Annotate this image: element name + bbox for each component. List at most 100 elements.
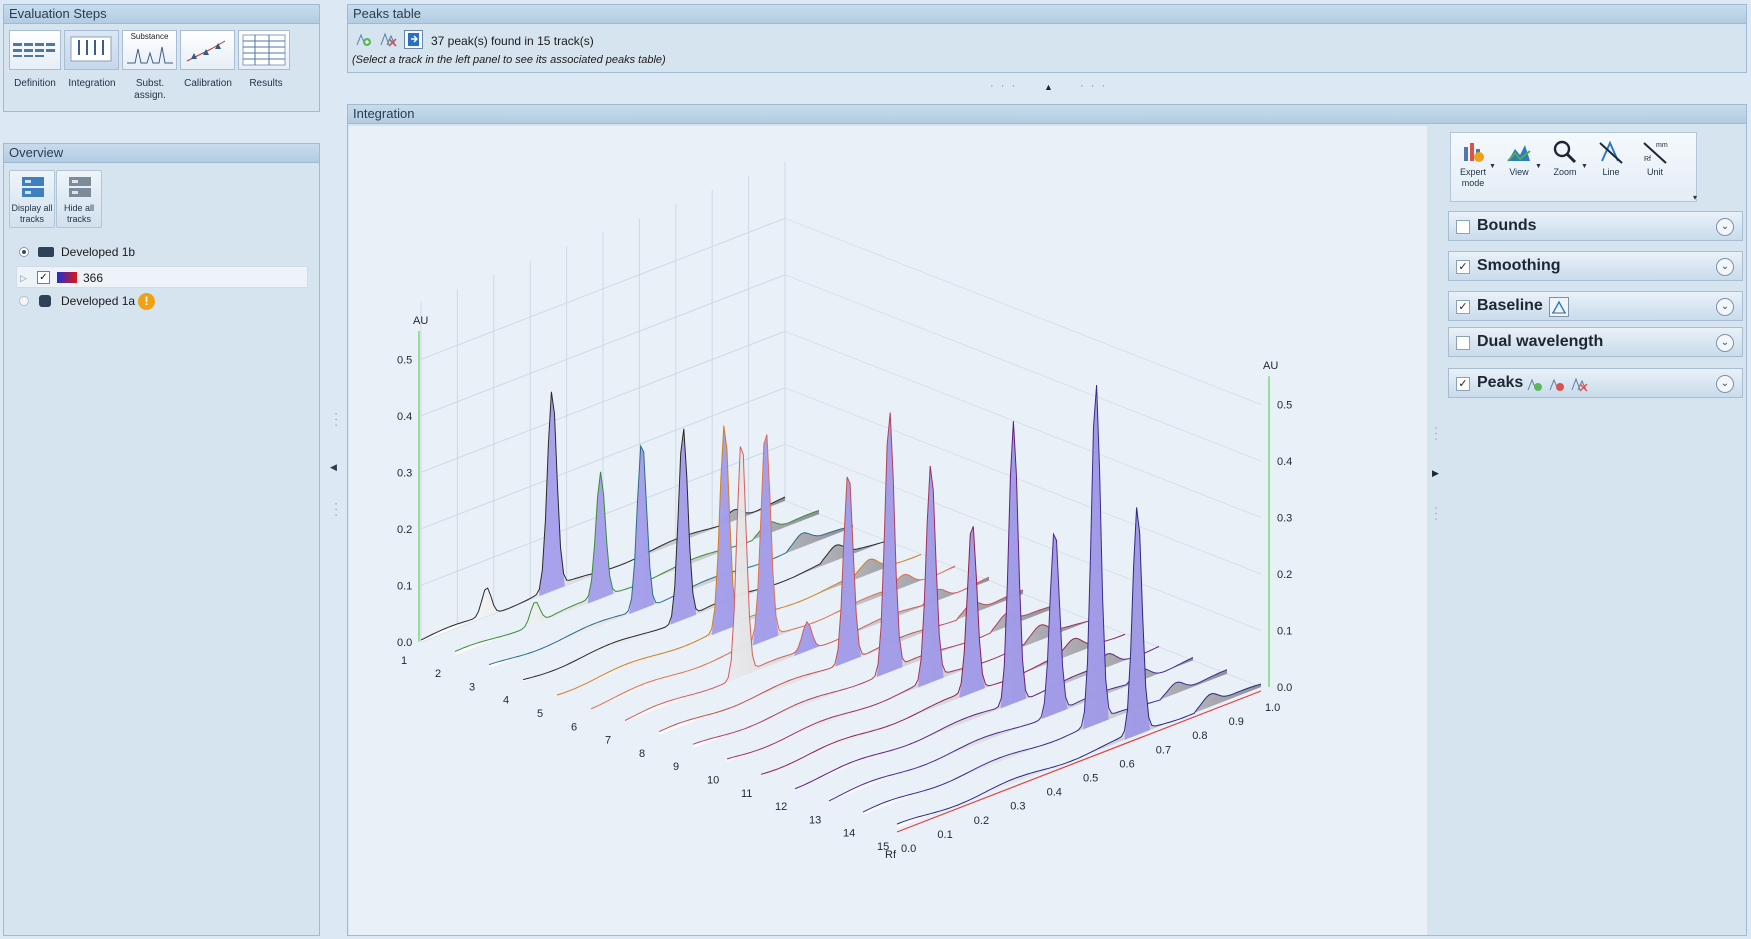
top-splitter-grip-right[interactable]: · · · xyxy=(1080,80,1107,92)
track-label: 14 xyxy=(843,828,855,840)
integrated-peak-area xyxy=(918,466,944,688)
step-results[interactable] xyxy=(238,30,290,70)
integrated-peak-area xyxy=(794,621,820,657)
x-tick-label: 0.5 xyxy=(1083,773,1098,785)
top-splitter-grip-left[interactable]: · · · xyxy=(990,80,1017,92)
peaks-delete-all-icon[interactable] xyxy=(1571,376,1589,392)
expand-arrow-icon[interactable]: ▷ xyxy=(20,267,27,289)
baseline-icon xyxy=(1552,300,1566,314)
right-y-tick-label: 0.5 xyxy=(1277,400,1292,412)
integration-settings-area: Expert mode ▼ View ▼ Zoom ▼ Line mm Rf Un… xyxy=(1427,126,1746,935)
view-icon xyxy=(1507,145,1531,162)
zoom-button[interactable]: Zoom xyxy=(1543,139,1587,178)
section-smoothing[interactable]: ✓ Smoothing ⌄ xyxy=(1448,251,1743,281)
toolbar-overflow-icon[interactable]: ▾ xyxy=(1693,193,1697,202)
line-button[interactable]: Line xyxy=(1589,139,1633,178)
view-button[interactable]: View xyxy=(1497,139,1541,178)
step-definition[interactable] xyxy=(9,30,61,70)
track-label: 12 xyxy=(775,801,787,813)
display-tracks-icon xyxy=(22,177,44,197)
smoothing-chevron-down-icon[interactable]: ⌄ xyxy=(1716,258,1734,276)
line-label: Line xyxy=(1602,167,1620,177)
view-dropdown-icon[interactable]: ▼ xyxy=(1535,163,1542,170)
tree-item-developed-1a[interactable]: Developed 1a ! xyxy=(16,290,306,312)
x-tick-label: 0.4 xyxy=(1047,787,1062,799)
results-icon xyxy=(242,34,286,66)
integrated-peak-area xyxy=(1083,385,1109,730)
right-splitter-grip-2[interactable]: ··· xyxy=(1430,506,1442,523)
expert-mode-icon xyxy=(1464,143,1484,162)
left-splitter-grip[interactable]: ··· xyxy=(330,412,342,429)
tree-item-developed-1b[interactable]: Developed 1b xyxy=(16,241,306,263)
zoom-dropdown-icon[interactable]: ▼ xyxy=(1581,163,1588,170)
x-tick-label: 1.0 xyxy=(1265,702,1280,714)
baseline-chevron-down-icon[interactable]: ⌄ xyxy=(1716,298,1734,316)
track-fill xyxy=(863,385,1227,815)
bounds-chevron-down-icon[interactable]: ⌄ xyxy=(1716,218,1734,236)
add-peak-icon[interactable] xyxy=(356,31,372,47)
bounds-title: Bounds xyxy=(1477,217,1537,234)
collapse-right-arrow-icon[interactable]: ▶ xyxy=(1432,468,1439,479)
evaluation-steps-title: Evaluation Steps xyxy=(4,5,319,24)
collapse-up-arrow-icon[interactable]: ▲ xyxy=(1044,82,1053,92)
left-y-tick-label: 0.3 xyxy=(397,467,412,479)
peaks-chevron-down-icon[interactable]: ⌄ xyxy=(1716,375,1734,393)
x-tick-label: 0.7 xyxy=(1156,744,1171,756)
peaks-remove-icon[interactable] xyxy=(1549,376,1565,392)
track-label: 8 xyxy=(639,748,645,760)
expert-dropdown-icon[interactable]: ▼ xyxy=(1489,163,1496,170)
section-baseline[interactable]: ✓ Baseline ⌄ xyxy=(1448,291,1743,321)
warning-icon: ! xyxy=(138,293,155,310)
grid-side-line xyxy=(784,217,1262,405)
unit-button[interactable]: mm Rf Unit xyxy=(1633,139,1677,178)
densitogram-3d-plot[interactable]: 0.0 0.1 0.2 0.3 0.4 0.5 AU 0.0 0.1 0.2 0.3 0.4 0.5 AU… xyxy=(349,126,1427,935)
baseline-checkbox[interactable]: ✓ xyxy=(1456,300,1470,314)
integrated-peak-area xyxy=(752,434,779,646)
grid-side-line xyxy=(784,274,1262,462)
collapse-left-arrow-icon[interactable]: ◀ xyxy=(330,462,337,473)
tree-item-366[interactable]: ▷ ✓ 366 xyxy=(16,266,308,288)
radio-developed-1b[interactable] xyxy=(19,247,29,257)
bounds-checkbox[interactable] xyxy=(1456,220,1470,234)
x-tick-label: 0.9 xyxy=(1229,716,1244,728)
smoothing-checkbox[interactable]: ✓ xyxy=(1456,260,1470,274)
left-y-tick-label: 0.4 xyxy=(397,411,412,423)
view-label: View xyxy=(1509,167,1529,177)
chart-svg[interactable]: 0.0 0.1 0.2 0.3 0.4 0.5 AU 0.0 0.1 0.2 0.3 0.4 0.5 AU… xyxy=(349,126,1427,935)
dual-wavelength-checkbox[interactable] xyxy=(1456,336,1470,350)
track-label: 1 xyxy=(401,655,407,667)
section-peaks[interactable]: ✓ Peaks ⌄ xyxy=(1448,368,1743,398)
track-label: 13 xyxy=(809,814,821,826)
section-dual-wavelength[interactable]: Dual wavelength ⌄ xyxy=(1448,327,1743,357)
checkbox-366[interactable]: ✓ xyxy=(37,271,50,284)
tree-label-developed-1a: Developed 1a xyxy=(61,294,136,308)
x-tick-label: 0.6 xyxy=(1119,758,1134,770)
baseline-title: Baseline xyxy=(1477,297,1543,314)
section-bounds[interactable]: Bounds ⌄ xyxy=(1448,211,1743,241)
tree-label-developed-1b: Developed 1b xyxy=(61,245,136,259)
unit-icon: mm Rf xyxy=(1643,142,1668,164)
left-splitter-grip-2[interactable]: ··· xyxy=(330,502,342,519)
track-label: 9 xyxy=(673,761,679,773)
grid-side-line xyxy=(784,330,1262,518)
track-label: 5 xyxy=(537,708,543,720)
baseline-settings-button[interactable] xyxy=(1549,297,1569,317)
hide-all-tracks-button[interactable]: Hide all tracks xyxy=(56,170,102,228)
step-integration[interactable] xyxy=(64,30,119,70)
unit-icon-rf-text: Rf xyxy=(1644,156,1651,163)
right-y-tick-label: 0.1 xyxy=(1277,626,1292,638)
radio-developed-1a[interactable] xyxy=(19,296,29,306)
peaks-add-icon[interactable] xyxy=(1527,376,1543,392)
x-tick-label: 0.0 xyxy=(901,843,916,855)
export-button[interactable] xyxy=(404,30,423,49)
step-label-results: Results xyxy=(249,78,283,89)
dual-wavelength-chevron-down-icon[interactable]: ⌄ xyxy=(1716,334,1734,352)
display-all-tracks-button[interactable]: Display all tracks xyxy=(9,170,55,228)
right-splitter-grip[interactable]: ··· xyxy=(1430,426,1442,443)
peaks-checkbox[interactable]: ✓ xyxy=(1456,377,1470,391)
step-calibration[interactable] xyxy=(180,30,235,70)
peaks-title: Peaks xyxy=(1477,374,1524,391)
delete-peaks-icon[interactable] xyxy=(380,31,398,47)
unit-icon-mm-text: mm xyxy=(1656,142,1668,149)
step-substance-assignment[interactable]: Substance xyxy=(122,30,177,70)
